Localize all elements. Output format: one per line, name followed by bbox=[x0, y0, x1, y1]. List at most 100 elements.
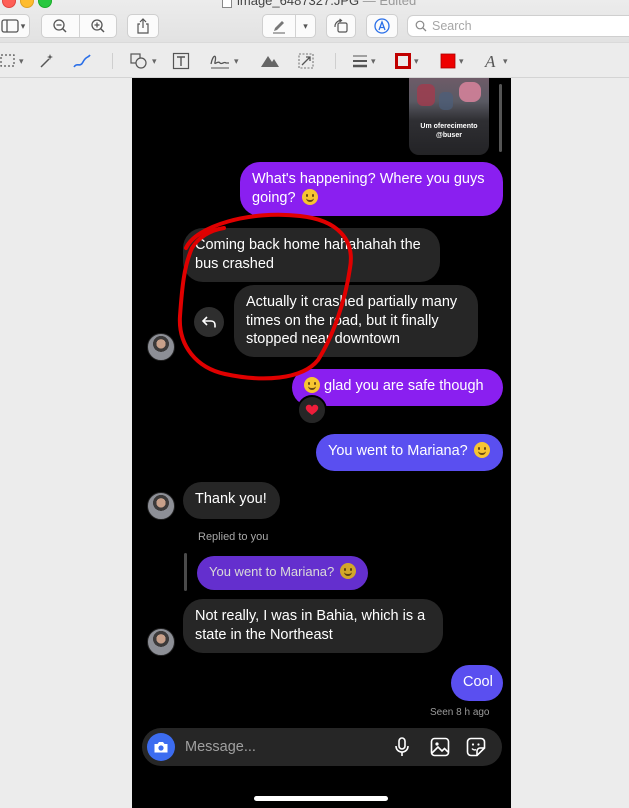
replied-to-label: Replied to you bbox=[198, 531, 269, 543]
sticker-button[interactable] bbox=[466, 737, 486, 757]
selection-tool[interactable]: ▾ bbox=[0, 51, 24, 71]
message-bubble-received[interactable]: Not really, I was in Bahia, which is a s… bbox=[183, 599, 443, 653]
thumbnail-caption: Um oferecimento @buser bbox=[420, 123, 478, 139]
sidebar-icon bbox=[1, 19, 19, 33]
message-text: You went to Mariana? bbox=[328, 443, 468, 459]
shape-style-tool[interactable]: ▾ bbox=[352, 51, 376, 71]
adjust-color-tool[interactable] bbox=[260, 51, 280, 71]
line-style-icon bbox=[353, 55, 367, 68]
gallery-button[interactable] bbox=[430, 737, 450, 757]
message-bubble-sent[interactable]: What's happening? Where you guys going? bbox=[240, 162, 503, 216]
sign-tool[interactable]: ▾ bbox=[209, 51, 239, 71]
reply-arrow-icon bbox=[201, 316, 216, 328]
markup-pen-icon bbox=[273, 21, 286, 34]
contact-avatar[interactable] bbox=[147, 333, 175, 361]
adjust-size-tool[interactable] bbox=[297, 51, 315, 71]
annotate-icon bbox=[374, 18, 390, 34]
text-style-tool[interactable]: A ▾ bbox=[484, 51, 508, 71]
home-indicator bbox=[254, 796, 388, 801]
smiling-face-emoji-icon bbox=[339, 563, 356, 579]
document-title: image_6487327.JPG — Edited bbox=[222, 0, 416, 8]
seen-status: Seen 8 h ago bbox=[430, 707, 490, 718]
shared-video-thumbnail[interactable]: Um oferecimento @buser bbox=[409, 78, 489, 155]
instant-alpha-tool[interactable] bbox=[38, 51, 56, 71]
text-tool[interactable] bbox=[172, 51, 190, 71]
text-box-icon bbox=[172, 52, 190, 70]
camera-button[interactable] bbox=[147, 733, 175, 761]
scroll-indicator bbox=[499, 84, 502, 152]
quote-indicator bbox=[184, 553, 187, 591]
chevron-down-icon: ▾ bbox=[303, 20, 308, 31]
message-bubble-received[interactable]: Coming back home hahahahah the bus crash… bbox=[183, 228, 440, 282]
message-text: What's happening? Where you guys going? bbox=[252, 171, 485, 206]
fill-color-icon bbox=[440, 53, 456, 69]
chevron-down-icon: ▾ bbox=[503, 55, 508, 66]
smiling-face-emoji-icon bbox=[473, 442, 490, 458]
chevron-down-icon: ▾ bbox=[19, 55, 24, 66]
document-filename: image_6487327.JPG bbox=[237, 0, 360, 8]
adjust-color-icon bbox=[261, 56, 279, 67]
chevron-down-icon: ▾ bbox=[459, 55, 464, 66]
zoom-in-icon bbox=[91, 19, 105, 33]
file-icon bbox=[222, 0, 232, 8]
border-color-icon bbox=[395, 53, 411, 69]
message-bubble-sent[interactable]: You went to Mariana? bbox=[316, 434, 503, 471]
heart-icon bbox=[305, 404, 319, 415]
chat-screenshot: Um oferecimento @buser What's happening?… bbox=[132, 78, 511, 808]
message-text: glad you are safe though bbox=[324, 378, 484, 394]
fill-color-tool[interactable]: ▾ bbox=[440, 51, 464, 71]
smiling-face-emoji-icon bbox=[304, 377, 320, 393]
sidebar-button[interactable]: ▾ bbox=[0, 14, 30, 38]
sticker-icon bbox=[466, 737, 486, 757]
message-bubble-sent[interactable]: Cool bbox=[451, 665, 503, 701]
search-field[interactable] bbox=[407, 15, 629, 37]
chevron-down-icon: ▾ bbox=[152, 55, 157, 66]
message-text: You went to Mariana? bbox=[209, 564, 335, 579]
reply-button[interactable] bbox=[194, 307, 224, 337]
message-reaction[interactable] bbox=[297, 395, 327, 425]
message-bubble-received[interactable]: Thank you! bbox=[183, 482, 280, 519]
border-color-tool[interactable]: ▾ bbox=[395, 51, 419, 71]
smiling-face-emoji-icon bbox=[301, 188, 318, 205]
zoom-window-button[interactable] bbox=[38, 0, 52, 8]
zoom-in-button[interactable] bbox=[80, 15, 117, 37]
minimize-window-button[interactable] bbox=[20, 0, 34, 8]
resize-icon bbox=[298, 53, 314, 69]
chevron-down-icon: ▾ bbox=[371, 55, 376, 66]
contact-avatar[interactable] bbox=[147, 628, 175, 656]
svg-text:A: A bbox=[484, 52, 496, 70]
chevron-down-icon: ▾ bbox=[234, 55, 239, 66]
message-bubble-received[interactable]: Actually it crashed partially many times… bbox=[234, 285, 478, 357]
edited-status: — Edited bbox=[362, 0, 417, 8]
message-composer bbox=[142, 728, 502, 766]
markup-menu-button[interactable]: ▾ bbox=[296, 15, 315, 37]
toolbar-divider bbox=[335, 53, 336, 69]
toolbar-divider bbox=[112, 53, 113, 69]
document-canvas: Um oferecimento @buser What's happening?… bbox=[0, 78, 629, 808]
shapes-tool[interactable]: ▾ bbox=[129, 51, 157, 71]
markup-button[interactable] bbox=[263, 15, 297, 37]
contact-avatar[interactable] bbox=[147, 492, 175, 520]
voice-message-button[interactable] bbox=[394, 737, 410, 757]
message-text: Thank you! bbox=[195, 491, 267, 507]
camera-icon bbox=[154, 742, 168, 753]
search-icon bbox=[415, 20, 427, 32]
message-input[interactable] bbox=[185, 739, 385, 755]
zoom-out-button[interactable] bbox=[42, 15, 80, 37]
sketch-tool[interactable] bbox=[72, 51, 92, 71]
magic-wand-icon bbox=[40, 54, 53, 68]
message-text: Not really, I was in Bahia, which is a s… bbox=[195, 608, 426, 643]
window-titlebar: image_6487327.JPG — Edited ▾ ▾ bbox=[0, 0, 629, 42]
rotate-button[interactable] bbox=[326, 14, 356, 38]
message-text: Cool bbox=[463, 674, 493, 690]
sketch-pen-icon bbox=[73, 54, 91, 68]
search-input[interactable] bbox=[432, 19, 622, 33]
signature-icon bbox=[210, 55, 229, 69]
share-icon bbox=[137, 18, 149, 34]
rectangular-selection-icon bbox=[0, 54, 15, 67]
quoted-message[interactable]: You went to Mariana? bbox=[197, 556, 368, 590]
annotate-button[interactable] bbox=[366, 14, 398, 38]
close-window-button[interactable] bbox=[2, 0, 16, 8]
message-text: Actually it crashed partially many times… bbox=[246, 294, 458, 347]
share-button[interactable] bbox=[127, 14, 159, 38]
